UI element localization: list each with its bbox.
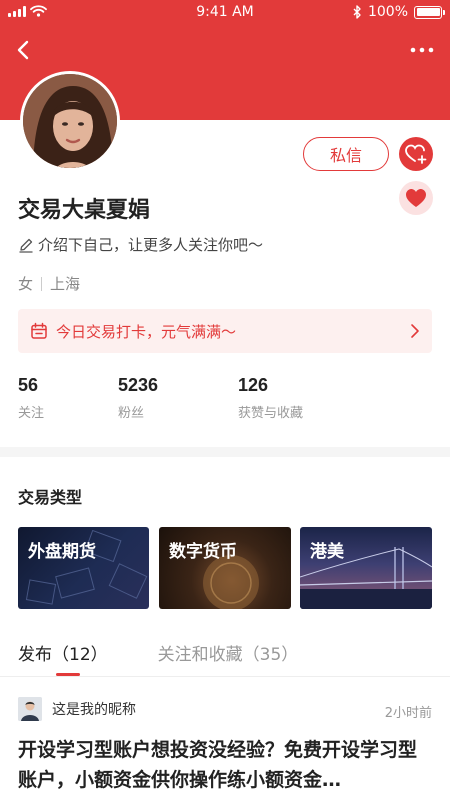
message-button[interactable]: 私信 bbox=[303, 137, 389, 171]
trade-types-title: 交易类型 bbox=[18, 488, 83, 507]
stat-value: 126 bbox=[238, 375, 269, 395]
more-button[interactable] bbox=[408, 40, 436, 60]
post-title[interactable]: 开设学习型账户想投资没经验？免费开设学习型账户，小额资金供你操作练小额资金… bbox=[18, 735, 432, 795]
stat-label: 获赞与收藏 bbox=[238, 406, 304, 421]
calendar-icon bbox=[31, 322, 47, 339]
post-author-avatar bbox=[18, 697, 42, 721]
profile-name: 交易大桌夏娟 bbox=[18, 198, 151, 223]
stat-likes[interactable]: 126 获赞与收藏 bbox=[238, 375, 303, 421]
section-divider bbox=[0, 447, 450, 457]
back-icon bbox=[17, 40, 29, 60]
trade-type-label: 外盘期货 bbox=[28, 542, 96, 562]
heart-icon bbox=[406, 189, 426, 207]
trade-type-crypto[interactable]: 数字货币 bbox=[159, 527, 291, 609]
content-tabs: 发布（12） 关注和收藏（35） bbox=[18, 640, 298, 665]
trade-type-futures[interactable]: 外盘期货 bbox=[18, 527, 149, 609]
stat-label: 粉丝 bbox=[118, 406, 145, 421]
checkin-label: 今日交易打卡，元气满满～ bbox=[56, 322, 237, 341]
follow-button[interactable] bbox=[399, 137, 433, 171]
checkin-banner[interactable]: 今日交易打卡，元气满满～ bbox=[18, 309, 432, 353]
status-bar: 9:41 AM 100% bbox=[0, 0, 450, 26]
avatar[interactable] bbox=[20, 71, 120, 171]
battery-icon bbox=[414, 5, 445, 19]
stat-value: 5236 bbox=[118, 375, 159, 395]
stat-label: 关注 bbox=[18, 406, 45, 421]
status-right: 100% bbox=[353, 4, 445, 20]
tabs-divider bbox=[0, 676, 450, 677]
tab-posts[interactable]: 发布（12） bbox=[18, 640, 108, 665]
avatar-image bbox=[23, 74, 117, 168]
stat-value: 56 bbox=[18, 375, 39, 395]
stat-followers[interactable]: 5236 粉丝 bbox=[118, 375, 158, 421]
post-time: 2小时前 bbox=[384, 706, 432, 721]
tab-follows-favorites[interactable]: 关注和收藏（35） bbox=[158, 640, 299, 665]
profile-info: 女 上海 bbox=[18, 273, 80, 294]
edit-icon bbox=[19, 238, 33, 253]
battery-percent: 100% bbox=[367, 4, 408, 20]
trade-type-label: 港美 bbox=[310, 542, 344, 562]
post-author[interactable]: 这是我的昵称 bbox=[18, 697, 136, 721]
heart-add-icon bbox=[405, 144, 427, 164]
trade-type-label: 数字货币 bbox=[169, 542, 237, 562]
bluetooth-icon bbox=[353, 5, 361, 19]
stat-following[interactable]: 56 关注 bbox=[18, 375, 44, 421]
bio[interactable]: 介绍下自己，让更多人关注你吧～ bbox=[18, 234, 263, 255]
chevron-right-icon bbox=[411, 324, 419, 338]
location: 上海 bbox=[50, 275, 81, 293]
bio-text: 介绍下自己，让更多人关注你吧～ bbox=[38, 236, 264, 254]
info-divider bbox=[41, 276, 43, 291]
trade-type-hk-us[interactable]: 港美 bbox=[300, 527, 432, 609]
back-button[interactable] bbox=[12, 36, 36, 64]
post-author-name: 这是我的昵称 bbox=[52, 702, 136, 718]
like-button[interactable] bbox=[399, 181, 433, 215]
more-icon bbox=[410, 47, 434, 53]
gender: 女 bbox=[18, 275, 34, 293]
